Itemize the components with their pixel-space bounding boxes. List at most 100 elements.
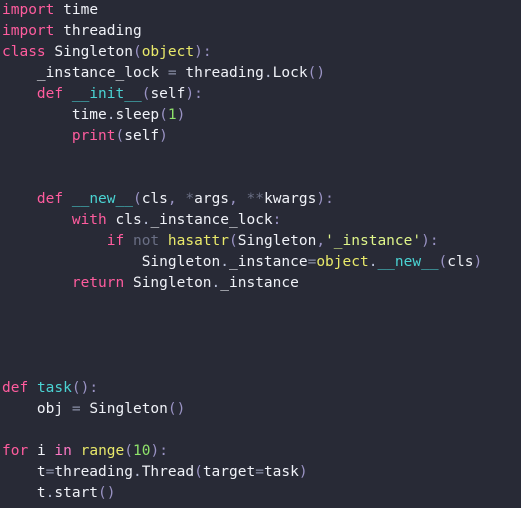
code-token: ( — [132, 44, 142, 60]
code-lines-container[interactable]: import time import threading class Singlet… — [0, 0, 521, 504]
code-token: cls — [115, 212, 142, 228]
code-token: i — [36, 443, 46, 459]
code-line[interactable] — [0, 420, 521, 441]
code-line[interactable]: import time — [0, 0, 521, 21]
code-line[interactable]: print(self) — [0, 126, 521, 147]
code-editor-pane[interactable]: import time import threading class Singlet… — [0, 0, 521, 508]
code-token: t — [36, 464, 46, 480]
code-token: if — [106, 233, 125, 249]
code-token: ) — [298, 464, 308, 480]
code-line[interactable]: t=threading.Thread(target=task) — [0, 462, 521, 483]
code-token: target — [202, 464, 256, 480]
code-token: ( — [159, 107, 168, 123]
code-token: time — [63, 2, 99, 18]
code-line[interactable]: Singleton._instance=object.__new__(cls) — [0, 252, 521, 273]
code-token: __new__ — [377, 254, 439, 270]
code-token: hasattr — [167, 233, 230, 249]
code-token: : — [202, 44, 212, 60]
code-token: = — [255, 464, 264, 480]
code-token: ) — [473, 254, 483, 270]
code-token: Singleton — [89, 401, 168, 417]
code-line[interactable]: def __new__(cls, *args, **kwargs): — [0, 189, 521, 210]
code-line[interactable]: def __init__(self): — [0, 84, 521, 105]
code-token: : — [272, 212, 282, 228]
code-token: time — [71, 107, 107, 123]
code-line[interactable]: obj = Singleton() — [0, 399, 521, 420]
code-token: : — [429, 233, 439, 249]
code-token: ( — [124, 443, 133, 459]
code-line[interactable]: return Singleton._instance — [0, 273, 521, 294]
code-token: import — [2, 2, 55, 18]
code-token: for — [2, 443, 29, 459]
code-token: class — [2, 44, 46, 60]
code-line[interactable]: for i in range(10): — [0, 441, 521, 462]
code-token: kwargs — [263, 191, 317, 207]
code-line[interactable] — [0, 315, 521, 336]
code-token: , — [167, 191, 177, 207]
code-token: def — [2, 380, 29, 396]
code-line[interactable] — [0, 336, 521, 357]
code-line[interactable]: with cls._instance_lock: — [0, 210, 521, 231]
code-token: _instance — [220, 275, 299, 291]
code-token: range — [80, 443, 125, 459]
code-token: cls — [141, 191, 168, 207]
code-token: = — [71, 401, 81, 417]
code-token: threading — [63, 23, 142, 39]
code-token: 1 — [167, 107, 177, 123]
code-token: ) — [316, 191, 326, 207]
code-token: ( — [115, 128, 125, 144]
code-token: ) — [159, 128, 168, 144]
code-line[interactable] — [0, 147, 521, 168]
code-line[interactable]: class Singleton(object): — [0, 42, 521, 63]
code-line[interactable]: import threading — [0, 21, 521, 42]
code-token: args — [194, 191, 230, 207]
code-token: : — [89, 380, 99, 396]
code-token: threading — [54, 464, 133, 480]
code-token: _instance — [229, 254, 308, 270]
code-token: Singleton — [132, 275, 212, 291]
code-token: _instance_lock — [150, 212, 273, 228]
code-token: . — [263, 65, 273, 81]
code-token: , — [229, 191, 238, 207]
code-token: ) — [150, 443, 160, 459]
code-token: ) — [176, 107, 186, 123]
code-line[interactable]: time.sleep(1) — [0, 105, 521, 126]
code-line[interactable] — [0, 294, 521, 315]
code-token: in — [54, 443, 72, 459]
code-line[interactable]: def task(): — [0, 378, 521, 399]
code-token: ) — [176, 401, 186, 417]
code-token: Singleton — [54, 44, 133, 60]
code-line[interactable]: if not hasattr(Singleton,'_instance'): — [0, 231, 521, 252]
code-token: __new__ — [71, 191, 133, 207]
code-token: '_instance' — [325, 233, 422, 249]
code-line[interactable]: t.start() — [0, 483, 521, 504]
code-token: . — [132, 464, 142, 480]
code-line[interactable] — [0, 357, 521, 378]
code-token: ) — [421, 233, 430, 249]
code-token: : — [159, 443, 168, 459]
code-token: obj — [36, 401, 64, 417]
code-token: import — [2, 23, 55, 39]
code-token: ( — [132, 191, 142, 207]
code-token: : — [194, 86, 203, 102]
code-token: ( — [194, 464, 203, 480]
code-line[interactable]: _instance_lock = threading.Lock() — [0, 63, 521, 84]
code-token: ( — [307, 65, 317, 81]
code-line[interactable] — [0, 168, 521, 189]
code-token: return — [71, 275, 125, 291]
